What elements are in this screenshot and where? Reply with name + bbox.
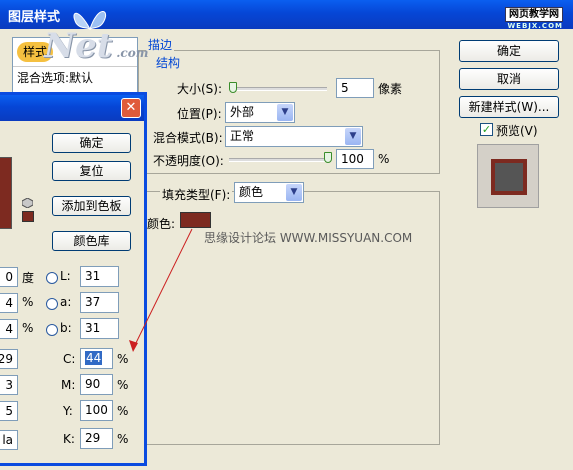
size-slider[interactable] <box>229 87 327 91</box>
cancel-button[interactable]: 取消 <box>459 68 559 90</box>
chevron-down-icon[interactable]: ▼ <box>345 128 361 145</box>
fill-type-label: 填充类型(F): <box>160 186 233 203</box>
web-safe-swatch[interactable] <box>22 211 34 222</box>
l-radio[interactable] <box>46 272 58 284</box>
opacity-input[interactable]: 100 <box>336 149 374 169</box>
k-label: K: <box>63 432 75 446</box>
m-unit: % <box>117 378 129 392</box>
b-label: b: <box>60 321 72 335</box>
preview-label: 预览(V) <box>496 124 538 138</box>
color-picker-dialog: ✕ 确定 复位 添加到色板 颜色库 0 度 4 % 4 % L: 31 a: 3… <box>0 92 147 466</box>
chevron-down-icon[interactable]: ▼ <box>286 184 302 201</box>
opacity-unit: % <box>378 152 390 166</box>
preview-checkbox[interactable]: ✓ <box>480 123 493 136</box>
a-label: a: <box>60 295 72 309</box>
saturation-unit: % <box>22 295 34 309</box>
position-label: 位置(P): <box>177 107 222 121</box>
hue-input[interactable]: 0 <box>0 267 18 287</box>
size-label: 大小(S): <box>177 82 223 96</box>
preview-square <box>491 159 527 195</box>
blend-mode-label: 混合模式(B): <box>153 131 223 145</box>
stroke-color-swatch[interactable] <box>180 212 211 228</box>
current-color-swatch[interactable] <box>0 157 12 229</box>
l-label: L: <box>60 269 71 283</box>
close-icon[interactable]: ✕ <box>121 98 141 118</box>
picker-reset-button[interactable]: 复位 <box>52 161 131 181</box>
forum-watermark: 思缘设计论坛 WWW.MISSYUAN.COM <box>204 231 413 245</box>
y-unit: % <box>117 404 129 418</box>
picker-ok-button[interactable]: 确定 <box>52 133 131 153</box>
chevron-down-icon[interactable]: ▼ <box>277 104 293 121</box>
site-watermark-url: WEBJX.COM <box>507 22 563 30</box>
blue-input[interactable]: 5 <box>0 401 18 421</box>
size-unit: 像素 <box>378 82 403 96</box>
m-input[interactable]: 90 <box>80 374 113 395</box>
a-radio[interactable] <box>46 298 58 310</box>
new-style-button[interactable]: 新建样式(W)... <box>459 96 559 118</box>
stroke-legend: 描边 <box>146 36 175 53</box>
blending-options-item[interactable]: 混合选项:默认 <box>13 66 137 88</box>
brightness-unit: % <box>22 321 34 335</box>
red-input[interactable]: 29 <box>0 349 18 369</box>
hue-unit: 度 <box>22 271 35 285</box>
c-input[interactable]: 44 <box>80 348 113 369</box>
net-logo-watermark: Net .com <box>44 26 149 66</box>
structure-legend: 结构 <box>154 54 183 71</box>
b-input[interactable]: 31 <box>80 318 119 339</box>
add-to-swatches-button[interactable]: 添加到色板 <box>52 196 131 216</box>
green-input[interactable]: 3 <box>0 375 18 395</box>
k-input[interactable]: 29 <box>80 428 113 449</box>
color-picker-titlebar[interactable]: ✕ <box>0 95 144 121</box>
stroke-color-fill <box>181 213 210 227</box>
a-input[interactable]: 37 <box>80 292 119 313</box>
fill-type-select[interactable]: 颜色 ▼ <box>234 182 304 203</box>
dialog-title: 图层样式 <box>8 10 61 25</box>
b-radio[interactable] <box>46 324 58 336</box>
m-label: M: <box>61 378 76 392</box>
cube-icon[interactable] <box>21 197 34 209</box>
style-preview <box>477 144 539 208</box>
hex-input[interactable]: la <box>0 430 18 450</box>
y-label: Y: <box>63 404 73 418</box>
brightness-input[interactable]: 4 <box>0 319 18 339</box>
c-unit: % <box>117 352 129 366</box>
l-input[interactable]: 31 <box>80 266 119 287</box>
k-unit: % <box>117 432 129 446</box>
opacity-slider-thumb[interactable] <box>324 152 332 163</box>
blend-mode-select[interactable]: 正常 ▼ <box>225 126 363 147</box>
site-watermark: 网页教学网 <box>505 7 563 22</box>
color-libraries-button[interactable]: 颜色库 <box>52 231 131 251</box>
size-slider-thumb[interactable] <box>229 82 237 93</box>
opacity-slider[interactable] <box>229 158 329 162</box>
opacity-label: 不透明度(O): <box>153 154 224 168</box>
y-input[interactable]: 100 <box>80 400 113 421</box>
size-input[interactable]: 5 <box>336 78 374 98</box>
c-label: C: <box>63 352 76 366</box>
position-select[interactable]: 外部 ▼ <box>225 102 295 123</box>
ok-button[interactable]: 确定 <box>459 40 559 62</box>
color-label: 颜色: <box>147 217 176 231</box>
saturation-input[interactable]: 4 <box>0 293 18 313</box>
dialog-titlebar[interactable]: 图层样式 网页教学网 WEBJX.COM <box>0 0 573 31</box>
